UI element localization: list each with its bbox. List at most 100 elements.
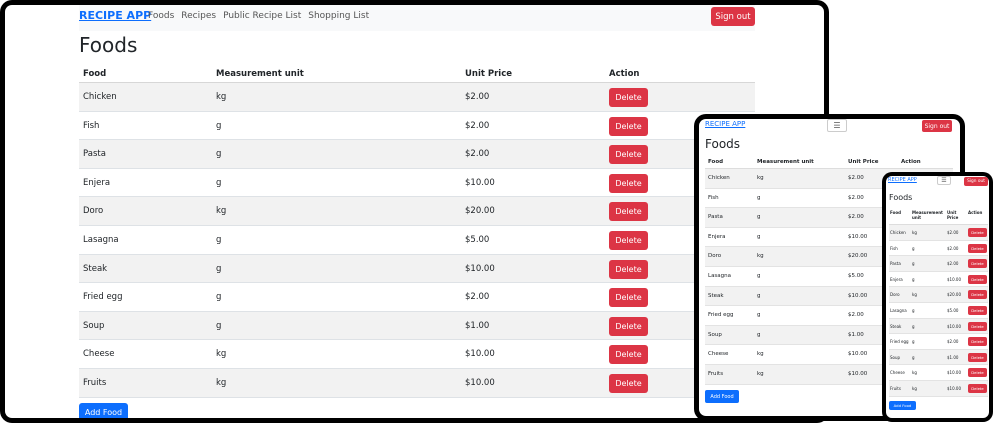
- delete-button[interactable]: Delete: [968, 368, 987, 378]
- column-header-action: Action: [901, 159, 921, 165]
- delete-button[interactable]: Delete: [609, 230, 648, 250]
- measurement-unit-cell: g: [912, 276, 915, 282]
- delete-button[interactable]: Delete: [609, 259, 648, 279]
- measurement-unit-cell: g: [216, 292, 222, 303]
- measurement-unit-cell: kg: [912, 292, 917, 298]
- measurement-unit-cell: kg: [216, 349, 227, 360]
- measurement-unit-cell: g: [216, 320, 222, 331]
- delete-button[interactable]: Delete: [609, 173, 648, 193]
- measurement-unit-cell: g: [757, 272, 761, 279]
- delete-button[interactable]: Delete: [968, 305, 987, 315]
- column-header-food: Food: [83, 69, 107, 79]
- unit-price-cell: $1.00: [848, 331, 864, 338]
- unit-price-cell: $2.00: [465, 120, 490, 131]
- column-header-measurement-unit: Measurement unit: [216, 69, 304, 79]
- food-name-cell: Pasta: [890, 261, 901, 267]
- unit-price-cell: $10.00: [947, 276, 961, 282]
- unit-price-cell: $2.00: [465, 149, 490, 160]
- add-food-button[interactable]: Add Food: [79, 403, 128, 418]
- delete-button[interactable]: Delete: [968, 352, 987, 362]
- delete-button[interactable]: Delete: [968, 321, 987, 331]
- table-row: Soup g $1.00 Delete: [79, 311, 755, 341]
- food-name-cell: Soup: [708, 331, 722, 338]
- unit-price-cell: $2.00: [848, 312, 864, 319]
- delete-button[interactable]: Delete: [968, 337, 987, 347]
- food-name-cell: Cheese: [890, 370, 905, 376]
- delete-button[interactable]: Delete: [609, 116, 648, 136]
- column-header-unit-price: Unit Price: [848, 159, 879, 165]
- measurement-unit-cell: g: [912, 339, 915, 345]
- brand-link[interactable]: RECIPE APP: [79, 9, 151, 22]
- measurement-unit-cell: kg: [757, 175, 764, 181]
- table-row: Fruits kg $10.00 Delete: [889, 380, 988, 397]
- column-header-food: Food: [890, 210, 901, 215]
- column-header-action: Action: [609, 69, 640, 79]
- unit-price-cell: $2.00: [848, 214, 864, 221]
- measurement-unit-cell: kg: [757, 253, 764, 260]
- unit-price-cell: $10.00: [947, 370, 961, 376]
- hamburger-menu-icon[interactable]: ☰: [827, 119, 847, 132]
- delete-button[interactable]: Delete: [609, 288, 648, 308]
- unit-price-cell: $10.00: [947, 385, 961, 391]
- unit-price-cell: $10.00: [848, 370, 868, 377]
- food-name-cell: Chicken: [708, 175, 730, 181]
- hamburger-menu-icon[interactable]: ☰: [937, 176, 951, 185]
- nav-link-foods[interactable]: Foods: [148, 11, 174, 21]
- table-row: Doro kg $20.00 Delete: [79, 197, 755, 226]
- unit-price-cell: $5.00: [947, 307, 959, 313]
- column-header-measurement-unit: Measurement unit: [912, 210, 943, 220]
- food-name-cell: Fish: [83, 120, 100, 131]
- delete-button[interactable]: Delete: [609, 145, 648, 165]
- nav-link-recipes[interactable]: Recipes: [181, 11, 216, 21]
- measurement-unit-cell: g: [912, 261, 915, 267]
- delete-button[interactable]: Delete: [609, 202, 648, 222]
- unit-price-cell: $10.00: [465, 177, 495, 188]
- page-title: Foods: [705, 137, 741, 151]
- food-name-cell: Enjera: [83, 177, 111, 188]
- measurement-unit-cell: kg: [912, 370, 917, 376]
- delete-button[interactable]: Delete: [609, 316, 648, 336]
- unit-price-cell: $10.00: [947, 323, 961, 329]
- brand-link[interactable]: RECIPE APP: [888, 177, 917, 183]
- nav-link-public-recipe-list[interactable]: Public Recipe List: [223, 11, 301, 21]
- unit-price-cell: $2.00: [947, 339, 959, 345]
- delete-button[interactable]: Delete: [968, 259, 987, 269]
- measurement-unit-cell: g: [216, 120, 222, 131]
- sign-out-button[interactable]: Sign out: [964, 177, 988, 186]
- food-name-cell: Fruits: [83, 377, 107, 388]
- delete-button[interactable]: Delete: [609, 345, 648, 365]
- add-food-button[interactable]: Add Food: [705, 390, 739, 403]
- unit-price-cell: $2.00: [465, 292, 490, 303]
- unit-price-cell: $10.00: [465, 349, 495, 360]
- measurement-unit-cell: kg: [757, 370, 764, 377]
- food-name-cell: Chicken: [83, 92, 117, 102]
- page-title: Foods: [889, 193, 913, 202]
- measurement-unit-cell: g: [216, 177, 222, 188]
- unit-price-cell: $10.00: [465, 263, 495, 274]
- measurement-unit-cell: g: [216, 234, 222, 245]
- table-body: Chicken kg $2.00 Delete Fish g $2.00 Delete Past…: [79, 83, 755, 398]
- table-row: Fish g $2.00 Delete: [79, 112, 755, 141]
- delete-button[interactable]: Delete: [609, 373, 648, 393]
- brand-link[interactable]: RECIPE APP: [705, 120, 745, 128]
- phone-device-frame: RECIPE APP ☰ Sign out Foods Food Measure…: [882, 172, 993, 422]
- food-name-cell: Lasagna: [890, 307, 907, 313]
- food-name-cell: Cheese: [83, 349, 115, 360]
- delete-button[interactable]: Delete: [609, 88, 648, 107]
- food-name-cell: Pasta: [708, 214, 723, 221]
- delete-button[interactable]: Delete: [968, 274, 987, 284]
- sign-out-button[interactable]: Sign out: [922, 120, 952, 132]
- measurement-unit-cell: kg: [216, 206, 227, 217]
- table-header: Food Measurement unit Unit Price Action: [79, 63, 755, 83]
- delete-button[interactable]: Delete: [968, 383, 987, 393]
- add-food-button[interactable]: Add Food: [889, 401, 916, 410]
- nav-link-shopping-list[interactable]: Shopping List: [308, 11, 369, 21]
- sign-out-button[interactable]: Sign out: [711, 7, 755, 26]
- delete-button[interactable]: Delete: [968, 290, 987, 300]
- delete-button[interactable]: Delete: [968, 243, 987, 253]
- unit-price-cell: $1.00: [465, 320, 490, 331]
- food-name-cell: Fried egg: [83, 292, 123, 303]
- delete-button[interactable]: Delete: [968, 228, 987, 237]
- measurement-unit-cell: g: [216, 263, 222, 274]
- measurement-unit-cell: g: [912, 323, 915, 329]
